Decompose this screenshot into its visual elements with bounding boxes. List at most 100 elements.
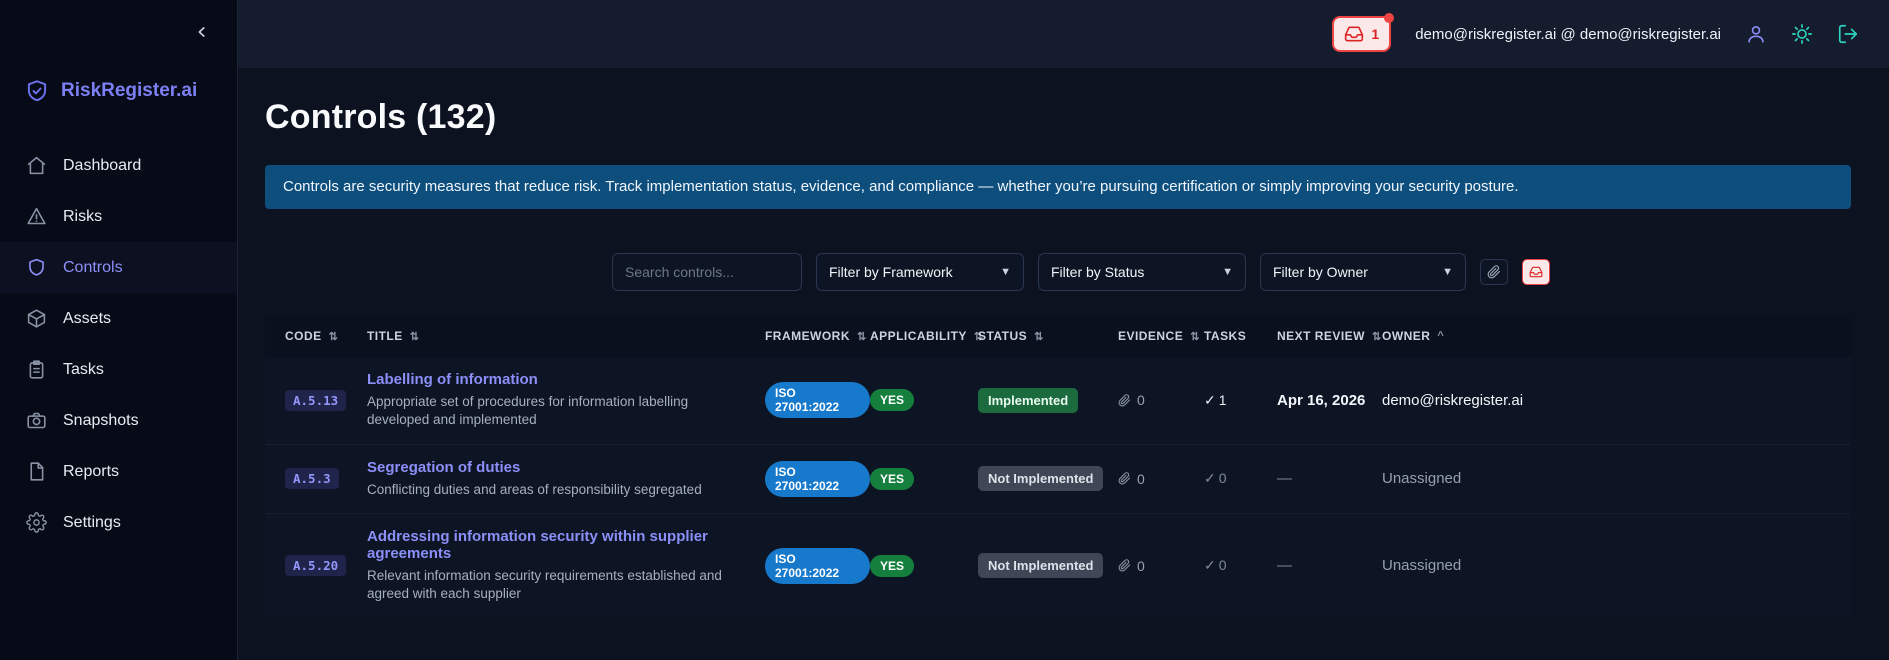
notifications-button[interactable]: 1 [1332,16,1391,52]
notification-dot [1384,13,1394,23]
chevron-down-icon: ▼ [1000,266,1011,278]
column-header-next-review[interactable]: Next Review⇅ [1277,329,1382,343]
owner-cell: demo@riskregister.ai [1382,392,1851,409]
sidebar-item-label: Snapshots [63,412,139,430]
applicability-badge: YES [870,555,914,577]
topbar: 1 demo@riskregister.ai @ demo@riskregist… [238,0,1889,68]
sort-icon: ⇅ [1190,330,1200,343]
app-root: RiskRegister.ai Dashboard Risks Controls [0,0,1889,660]
tasks-cell: ✓0 [1204,557,1277,574]
evidence-cell: 0 [1118,392,1204,408]
sidebar-item-controls[interactable]: Controls [0,242,237,293]
paperclip-icon [1487,265,1501,279]
column-header-tasks[interactable]: Tasks [1204,329,1277,343]
tasks-cell: ✓1 [1204,392,1277,409]
evidence-count: 0 [1137,392,1145,408]
paperclip-icon [1118,472,1131,485]
status-badge: Not Implemented [978,466,1103,491]
sort-icon: ⇅ [1034,330,1044,343]
cube-icon [26,308,47,329]
framework-badge: ISO 27001:2022 [765,382,870,418]
sort-icon: ⇅ [329,330,339,343]
sidebar-item-tasks[interactable]: Tasks [0,344,237,395]
column-header-applicability[interactable]: Applicability⇅ [870,329,978,343]
filter-bar: Filter by Framework ▼ Filter by Status ▼… [612,253,1851,291]
sidebar-item-label: Reports [63,463,119,481]
sidebar-item-dashboard[interactable]: Dashboard [0,140,237,191]
logout-icon [1837,23,1859,45]
table-row: A.5.20 Addressing information security w… [265,514,1851,617]
status-badge: Not Implemented [978,553,1103,578]
control-code-badge: A.5.3 [285,468,339,489]
owner-filter-select[interactable]: Filter by Owner ▼ [1260,253,1466,291]
column-header-title[interactable]: Title⇅ [367,329,765,343]
content: Controls (132) Controls are security mea… [238,68,1889,660]
notification-count: 1 [1371,26,1379,42]
check-icon: ✓ [1204,392,1216,408]
control-title-link[interactable]: Segregation of duties [367,459,520,476]
warning-triangle-icon [26,206,47,227]
sun-icon [1791,23,1813,45]
framework-filter-label: Filter by Framework [829,264,953,280]
next-review-date: — [1277,470,1382,487]
status-filter-label: Filter by Status [1051,264,1144,280]
check-icon: ✓ [1204,470,1216,486]
main-area: 1 demo@riskregister.ai @ demo@riskregist… [238,0,1889,660]
evidence-filter-button[interactable] [1480,259,1508,285]
document-icon [26,461,47,482]
sidebar-item-risks[interactable]: Risks [0,191,237,242]
sidebar-item-settings[interactable]: Settings [0,497,237,548]
sidebar-item-label: Tasks [63,361,104,379]
status-filter-select[interactable]: Filter by Status ▼ [1038,253,1246,291]
table-header: Code⇅ Title⇅ Framework⇅ Applicability⇅ S… [265,315,1851,357]
control-code-badge: A.5.20 [285,555,346,576]
chevron-down-icon: ▼ [1222,266,1233,278]
framework-badge: ISO 27001:2022 [765,548,870,584]
sort-icon: ⇅ [1372,330,1382,343]
column-header-code[interactable]: Code⇅ [265,329,367,343]
control-description: Relevant information security requiremen… [367,567,765,603]
sidebar: RiskRegister.ai Dashboard Risks Controls [0,0,238,660]
sidebar-item-label: Assets [63,310,111,328]
sort-icon: ⇅ [857,330,867,343]
gear-icon [26,512,47,533]
sidebar-item-label: Dashboard [63,157,141,175]
sidebar-item-assets[interactable]: Assets [0,293,237,344]
profile-button[interactable] [1745,23,1767,45]
sidebar-collapse-button[interactable] [189,20,215,46]
control-title-link[interactable]: Addressing information security within s… [367,528,765,562]
logout-button[interactable] [1837,23,1859,45]
column-header-status[interactable]: Status⇅ [978,329,1118,343]
shield-icon [26,257,47,278]
info-banner: Controls are security measures that redu… [265,165,1851,209]
framework-filter-select[interactable]: Filter by Framework ▼ [816,253,1024,291]
column-header-owner[interactable]: Owner^ [1382,329,1851,343]
paperclip-icon [1118,559,1131,572]
sort-icon: ⇅ [410,330,420,343]
next-review-date: — [1277,557,1382,574]
table-row: A.5.13 Labelling of information Appropri… [265,357,1851,444]
sidebar-item-snapshots[interactable]: Snapshots [0,395,237,446]
control-title-link[interactable]: Labelling of information [367,371,538,388]
applicability-badge: YES [870,389,914,411]
alert-filter-button[interactable] [1522,259,1550,285]
evidence-count: 0 [1137,471,1145,487]
sidebar-item-reports[interactable]: Reports [0,446,237,497]
framework-badge: ISO 27001:2022 [765,461,870,497]
tasks-count: 0 [1219,557,1227,573]
tasks-count: 1 [1219,392,1227,408]
next-review-date: Apr 16, 2026 [1277,392,1382,409]
theme-toggle-button[interactable] [1791,23,1813,45]
tasks-count: 0 [1219,470,1227,486]
brand-logo[interactable]: RiskRegister.ai [24,78,237,104]
search-input[interactable] [612,253,802,291]
paperclip-icon [1118,394,1131,407]
camera-icon [26,410,47,431]
brand-name: RiskRegister.ai [61,80,197,102]
shield-check-icon [24,78,50,104]
column-header-framework[interactable]: Framework⇅ [765,329,870,343]
check-icon: ✓ [1204,557,1216,573]
owner-cell: Unassigned [1382,470,1851,487]
column-header-evidence[interactable]: Evidence⇅ [1118,329,1204,343]
clipboard-icon [26,359,47,380]
